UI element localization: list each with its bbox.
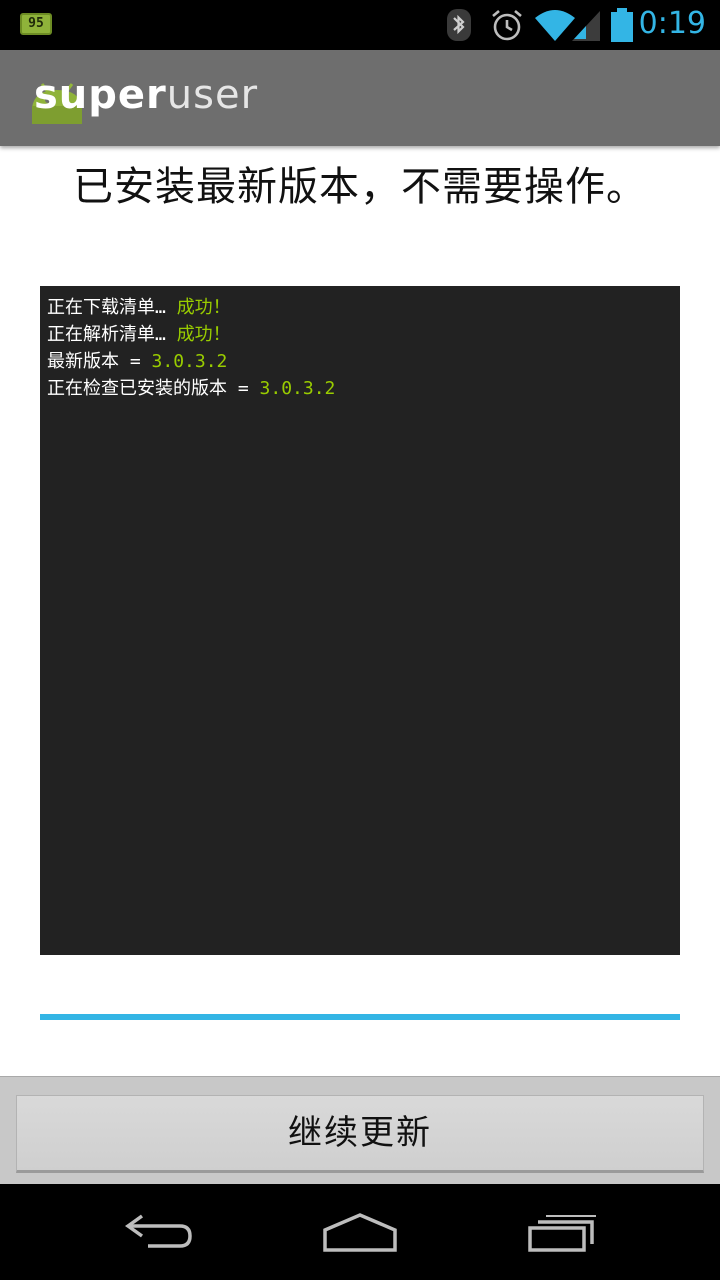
console-line: 正在检查已安装的版本 = 3.0.3.2 bbox=[47, 375, 673, 402]
console-line-status: 3.0.3.2 bbox=[259, 378, 336, 399]
battery-icon bbox=[611, 8, 633, 42]
console-line-status: 成功！ bbox=[176, 324, 231, 345]
back-icon[interactable] bbox=[122, 1210, 196, 1254]
app-title-bold: super bbox=[34, 72, 167, 118]
notification-badge: 95 bbox=[20, 13, 52, 35]
status-bar: 95 0:19 bbox=[0, 0, 720, 50]
console-line: 最新版本 = 3.0.3.2 bbox=[47, 348, 673, 375]
signal-icon bbox=[572, 11, 600, 41]
page-title: 已安装最新版本，不需要操作。 bbox=[73, 164, 647, 210]
navigation-bar bbox=[0, 1184, 720, 1280]
console-line-text: 正在检查已安装的版本 = bbox=[47, 378, 260, 399]
continue-update-button[interactable]: 继续更新 bbox=[16, 1095, 704, 1173]
alarm-icon bbox=[492, 10, 522, 41]
console-line-status: 3.0.3.2 bbox=[151, 351, 228, 372]
console-line-text: 正在下载清单… bbox=[47, 297, 177, 318]
recent-apps-icon[interactable] bbox=[524, 1210, 600, 1254]
app-title: superuser bbox=[34, 72, 258, 118]
progress-fill bbox=[40, 1014, 680, 1020]
button-bar: 继续更新 bbox=[0, 1076, 720, 1184]
console-output: 正在下载清单… 成功！ 正在解析清单… 成功！ 最新版本 = 3.0.3.2 正… bbox=[40, 286, 680, 955]
console-line-text: 正在解析清单… bbox=[47, 324, 177, 345]
console-line: 正在下载清单… 成功！ bbox=[47, 294, 673, 321]
clock: 0:19 bbox=[638, 6, 706, 41]
bluetooth-icon bbox=[447, 9, 471, 41]
home-icon[interactable] bbox=[320, 1210, 400, 1254]
console-line-status: 成功！ bbox=[176, 297, 231, 318]
console-line: 正在解析清单… 成功！ bbox=[47, 321, 673, 348]
console-line-text: 最新版本 = bbox=[47, 351, 152, 372]
progress-bar bbox=[40, 1014, 680, 1020]
app-title-light: user bbox=[166, 72, 259, 118]
action-bar: superuser bbox=[0, 50, 720, 146]
